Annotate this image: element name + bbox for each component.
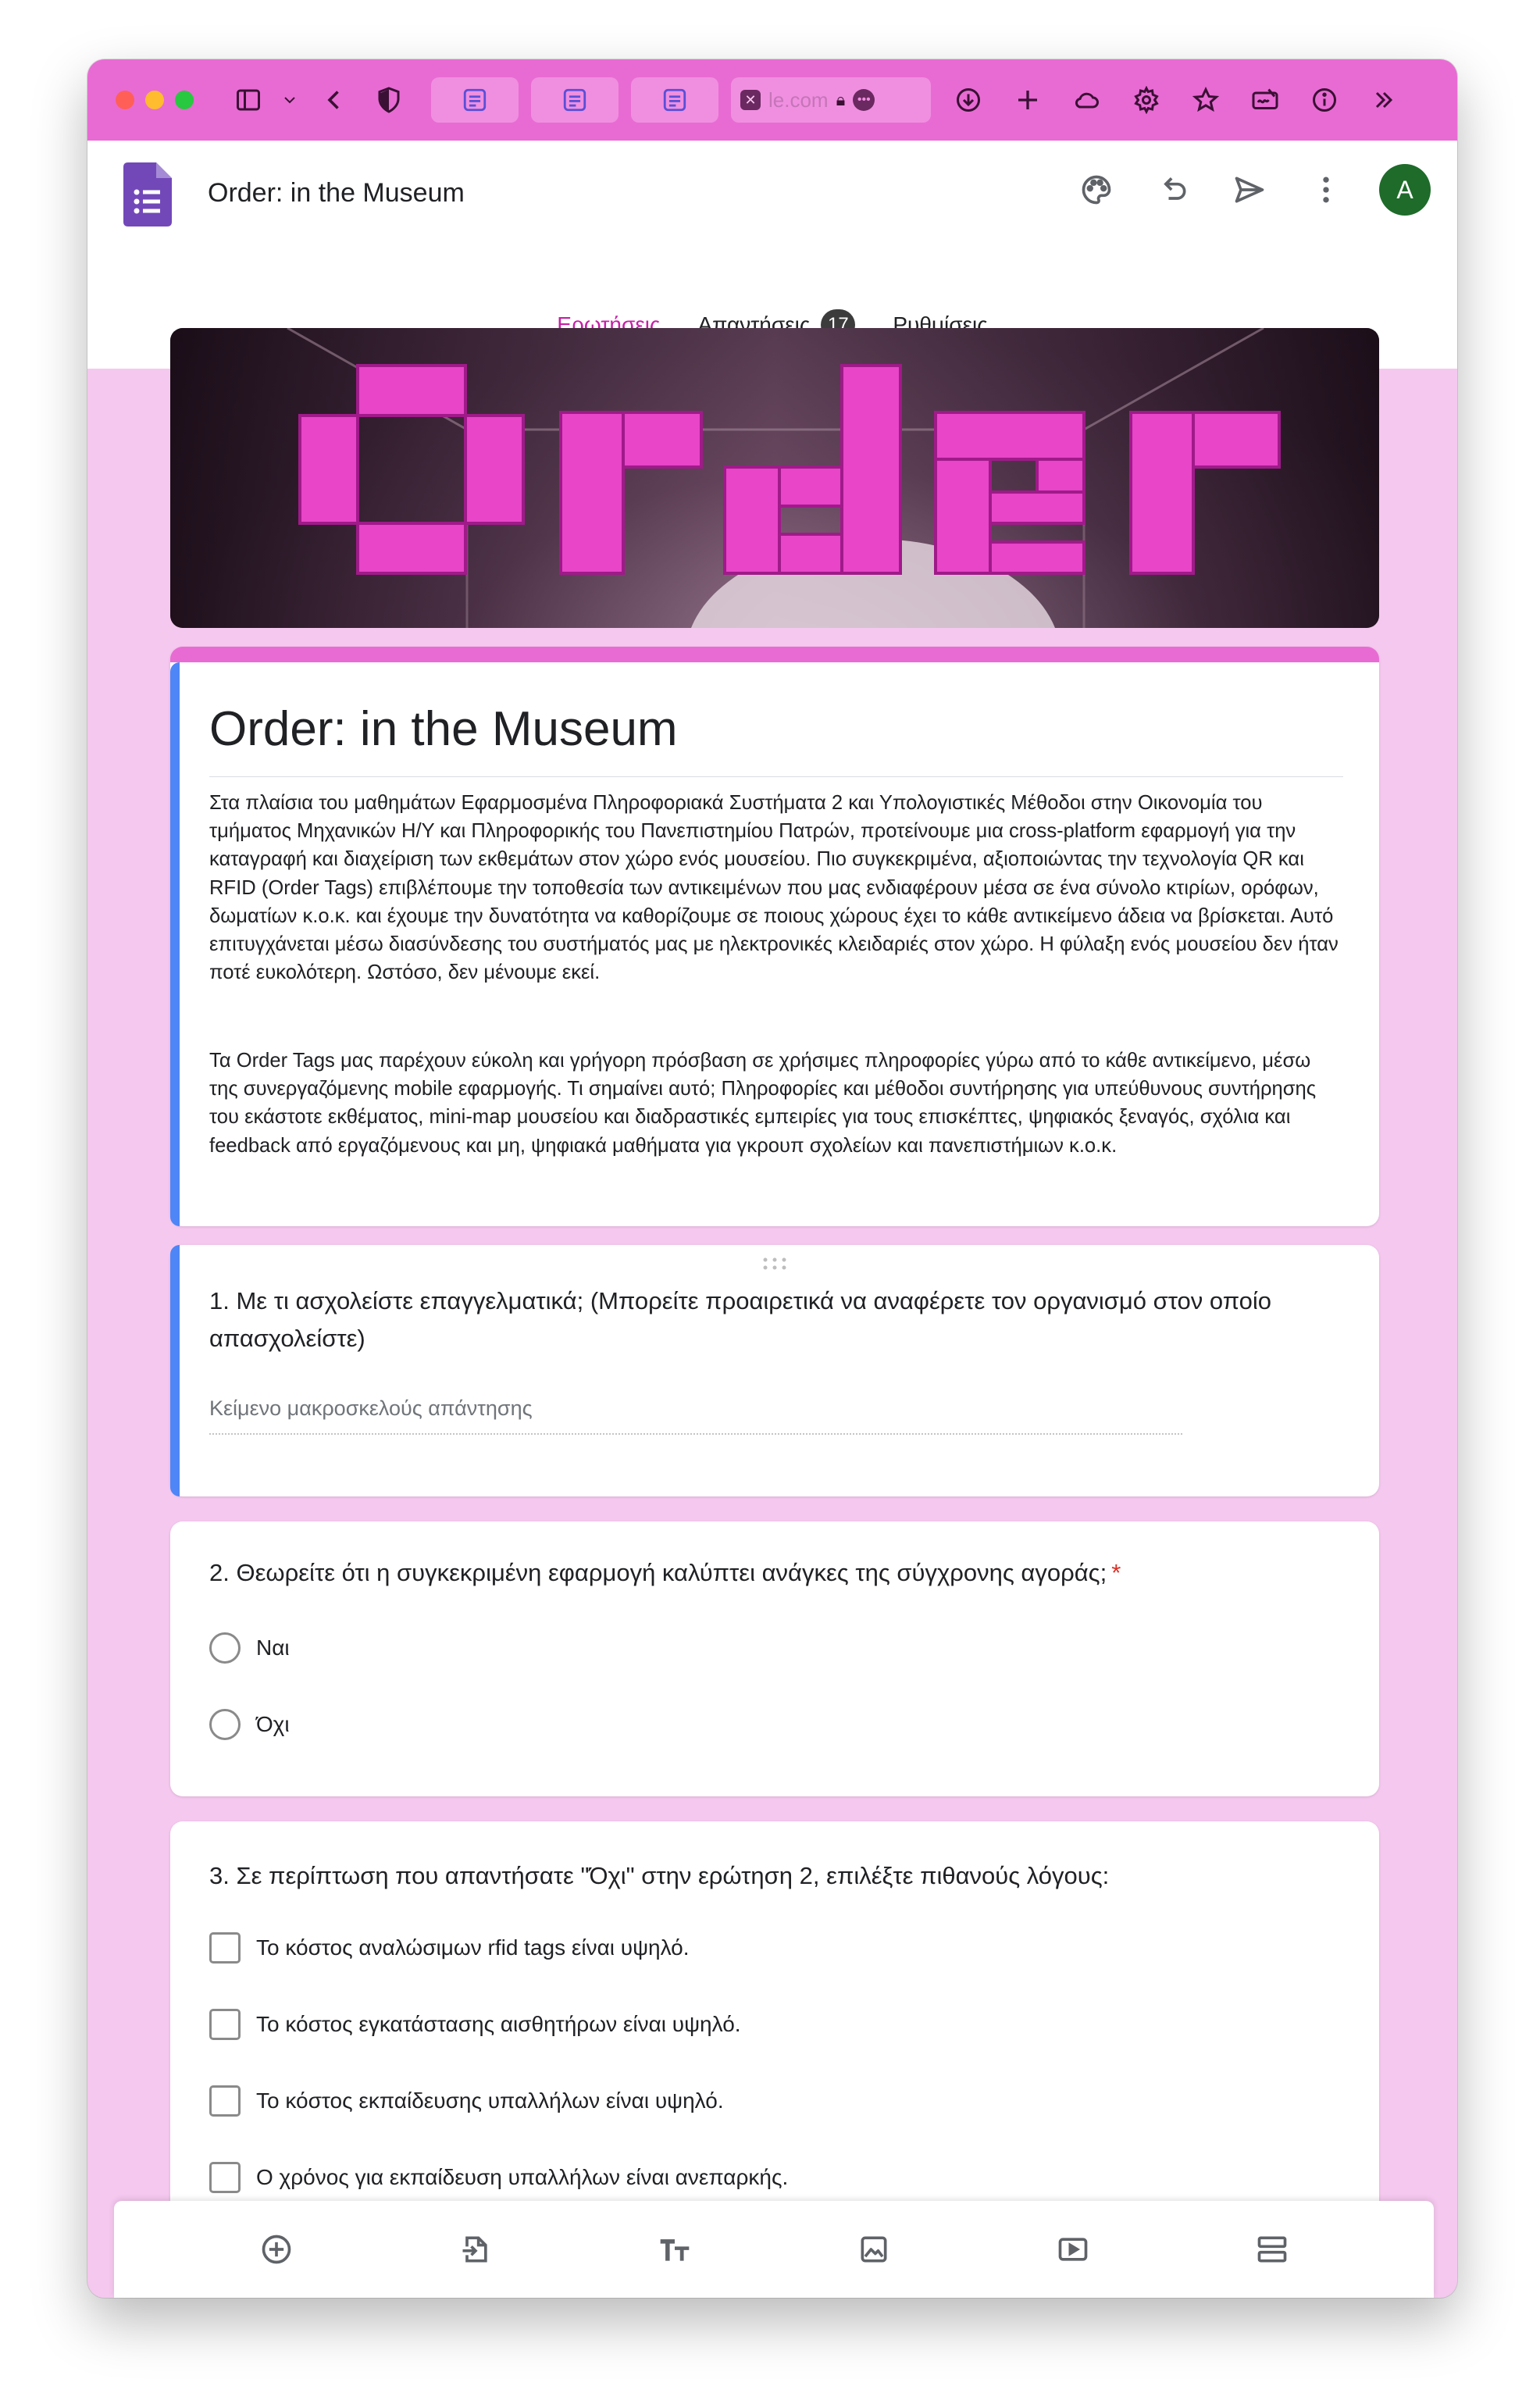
radio-option-no[interactable]: Όχι: [209, 1709, 290, 1740]
new-tab-icon[interactable]: [1006, 78, 1050, 122]
option-label: Το κόστος εγκατάστασης αισθητήρων είναι …: [256, 2012, 741, 2036]
import-questions-icon[interactable]: [451, 2224, 501, 2274]
send-icon[interactable]: [1226, 166, 1273, 213]
checkbox-option[interactable]: Ο χρόνος για εκπαίδευση υπαλλήλων είναι …: [209, 2162, 788, 2193]
back-icon[interactable]: [312, 78, 356, 122]
close-window-button[interactable]: [116, 91, 134, 109]
question-title-text: 2. Θεωρείτε ότι η συγκεκριμένη εφαρμογή …: [209, 1559, 1107, 1586]
palette-icon[interactable]: [1073, 166, 1120, 213]
download-icon[interactable]: [946, 78, 990, 122]
title-divider: [209, 776, 1343, 777]
cloud-icon[interactable]: [1065, 78, 1109, 122]
zoom-window-button[interactable]: [175, 91, 194, 109]
close-tab-icon[interactable]: ✕: [740, 90, 761, 110]
star-icon[interactable]: [1184, 78, 1228, 122]
add-video-icon[interactable]: [1048, 2224, 1098, 2274]
question-title: 3. Σε περίπτωση που απαντήσατε "Όχι" στη…: [209, 1862, 1110, 1889]
add-title-description-icon[interactable]: [650, 2224, 700, 2274]
checkbox-option[interactable]: Το κόστος αναλώσιμων rfid tags είναι υψη…: [209, 1932, 690, 1964]
add-question-icon[interactable]: [251, 2224, 301, 2274]
option-label: Όχι: [256, 1712, 290, 1736]
required-asterisk: *: [1111, 1559, 1121, 1586]
checkbox[interactable]: [209, 2162, 241, 2193]
url-faded: le.com: [768, 87, 829, 112]
header-banner-image[interactable]: [170, 328, 1379, 628]
long-answer-field[interactable]: Κείμενο μακροσκελούς απάντησης: [209, 1396, 1182, 1435]
window-controls: [116, 91, 194, 109]
url-text: le.com: [768, 88, 829, 112]
radio-button[interactable]: [209, 1709, 241, 1740]
forms-tab-icon: [563, 88, 586, 112]
checkbox[interactable]: [209, 1932, 241, 1964]
gear-icon[interactable]: [1125, 78, 1168, 122]
question-title: 1. Με τι ασχολείστε επαγγελματικά; (Μπορ…: [209, 1287, 1272, 1352]
add-item-toolbar: [114, 2201, 1434, 2298]
shield-icon[interactable]: [367, 78, 411, 122]
minimize-window-button[interactable]: [145, 91, 164, 109]
question-card-3[interactable]: 3. Σε περίπτωση που απαντήσατε "Όχι" στη…: [170, 1821, 1379, 2259]
browser-window: ✕ le.com 🔒︎ ••• Order: in the Museum A Ε…: [87, 59, 1457, 2298]
checkbox[interactable]: [209, 2085, 241, 2117]
form-doc-title[interactable]: Order: in the Museum: [208, 178, 465, 209]
more-vert-icon[interactable]: [1303, 166, 1349, 213]
forms-tab-icon: [663, 88, 686, 112]
add-image-icon[interactable]: [849, 2224, 899, 2274]
lock-icon: 🔒︎: [836, 90, 846, 109]
form-description-paragraph-1[interactable]: Στα πλαίσια του μαθημάτων Εφαρμοσμένα Πλ…: [209, 789, 1343, 986]
sidebar-toggle-icon[interactable]: [226, 78, 270, 122]
option-label: Ναι: [256, 1635, 290, 1660]
info-icon[interactable]: [1303, 78, 1346, 122]
question-card-2[interactable]: 2. Θεωρείτε ότι η συγκεκριμένη εφαρμογή …: [170, 1521, 1379, 1796]
browser-tab-2[interactable]: [531, 77, 618, 123]
chevron-down-icon[interactable]: [278, 78, 301, 122]
browser-tab-1[interactable]: [431, 77, 519, 123]
address-bar[interactable]: ✕ le.com 🔒︎ •••: [731, 77, 931, 123]
drag-handle-icon[interactable]: [761, 1256, 789, 1272]
option-label: Το κόστος αναλώσιμων rfid tags είναι υψη…: [256, 1935, 690, 1960]
avatar[interactable]: A: [1379, 164, 1431, 216]
forms-tab-icon: [463, 88, 487, 112]
radio-button[interactable]: [209, 1632, 241, 1664]
form-description-paragraph-2[interactable]: Τα Order Tags μας παρέχουν εύκολη και γρ…: [209, 1047, 1343, 1160]
banner-artwork: [170, 328, 1379, 628]
browser-toolbar: ✕ le.com 🔒︎ •••: [87, 59, 1457, 141]
question-title: 2. Θεωρείτε ότι η συγκεκριμένη εφαρμογή …: [209, 1554, 1332, 1592]
option-label: Ο χρόνος για εκπαίδευση υπαλλήλων είναι …: [256, 2165, 789, 2189]
checkbox[interactable]: [209, 2009, 241, 2040]
sign-icon[interactable]: [1243, 78, 1287, 122]
form-title-heading[interactable]: Order: in the Museum: [209, 701, 678, 757]
add-section-icon[interactable]: [1247, 2224, 1297, 2274]
option-label: Το κόστος εκπαίδευσης υπαλλήλων είναι υψ…: [256, 2088, 724, 2113]
header-actions: A: [1073, 164, 1431, 216]
form-header-card[interactable]: Order: in the Museum Στα πλαίσια του μαθ…: [170, 647, 1379, 1226]
checkbox-option[interactable]: Το κόστος εγκατάστασης αισθητήρων είναι …: [209, 2009, 741, 2040]
question-card-1[interactable]: 1. Με τι ασχολείστε επαγγελματικά; (Μπορ…: [170, 1245, 1379, 1496]
radio-option-yes[interactable]: Ναι: [209, 1632, 290, 1664]
checkbox-option[interactable]: Το κόστος εκπαίδευσης υπαλλήλων είναι υψ…: [209, 2085, 724, 2117]
undo-icon[interactable]: [1150, 166, 1196, 213]
more-chevrons-icon[interactable]: [1362, 78, 1406, 122]
google-forms-logo-icon[interactable]: [123, 162, 172, 226]
browser-tab-3[interactable]: [631, 77, 718, 123]
more-dots-icon[interactable]: •••: [853, 89, 875, 111]
